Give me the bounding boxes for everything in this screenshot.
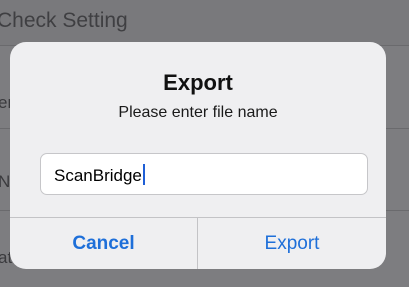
file-name-value: ScanBridge	[54, 164, 145, 186]
export-button[interactable]: Export	[198, 218, 386, 269]
file-name-input[interactable]: ScanBridge	[40, 153, 368, 195]
dialog-title: Export	[163, 70, 233, 95]
text-caret	[142, 164, 145, 185]
dialog-button-row: Cancel Export	[10, 217, 386, 269]
background-title: Check Setting	[0, 9, 128, 32]
background-header: Check Setting	[0, 0, 409, 45]
file-name-text: ScanBridge	[54, 166, 142, 185]
dialog-message: Please enter file name	[118, 104, 278, 121]
background-row-label: N	[0, 172, 11, 191]
cancel-button[interactable]: Cancel	[10, 218, 198, 269]
export-dialog: Export Please enter file name ScanBridge…	[10, 42, 386, 269]
